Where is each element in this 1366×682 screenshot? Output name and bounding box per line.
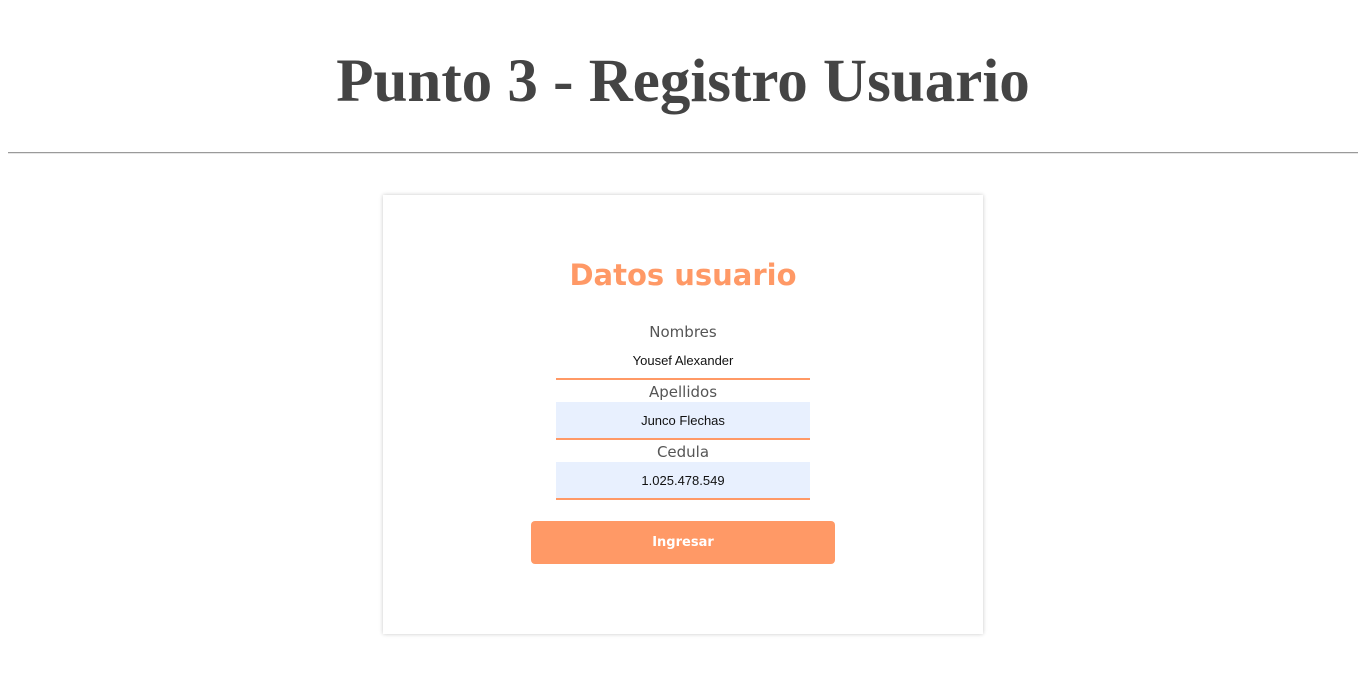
cedula-input[interactable] bbox=[556, 462, 810, 500]
page-title: Punto 3 - Registro Usuario bbox=[336, 48, 1030, 115]
cedula-label: Cedula bbox=[656, 443, 710, 461]
apellidos-input[interactable] bbox=[556, 402, 810, 440]
ingresar-button[interactable]: Ingresar bbox=[531, 521, 835, 564]
form-heading: Datos usuario bbox=[569, 258, 797, 292]
title-divider bbox=[8, 152, 1358, 154]
nombres-label: Nombres bbox=[649, 323, 717, 341]
apellidos-label: Apellidos bbox=[648, 383, 718, 401]
nombres-input[interactable] bbox=[556, 342, 810, 380]
